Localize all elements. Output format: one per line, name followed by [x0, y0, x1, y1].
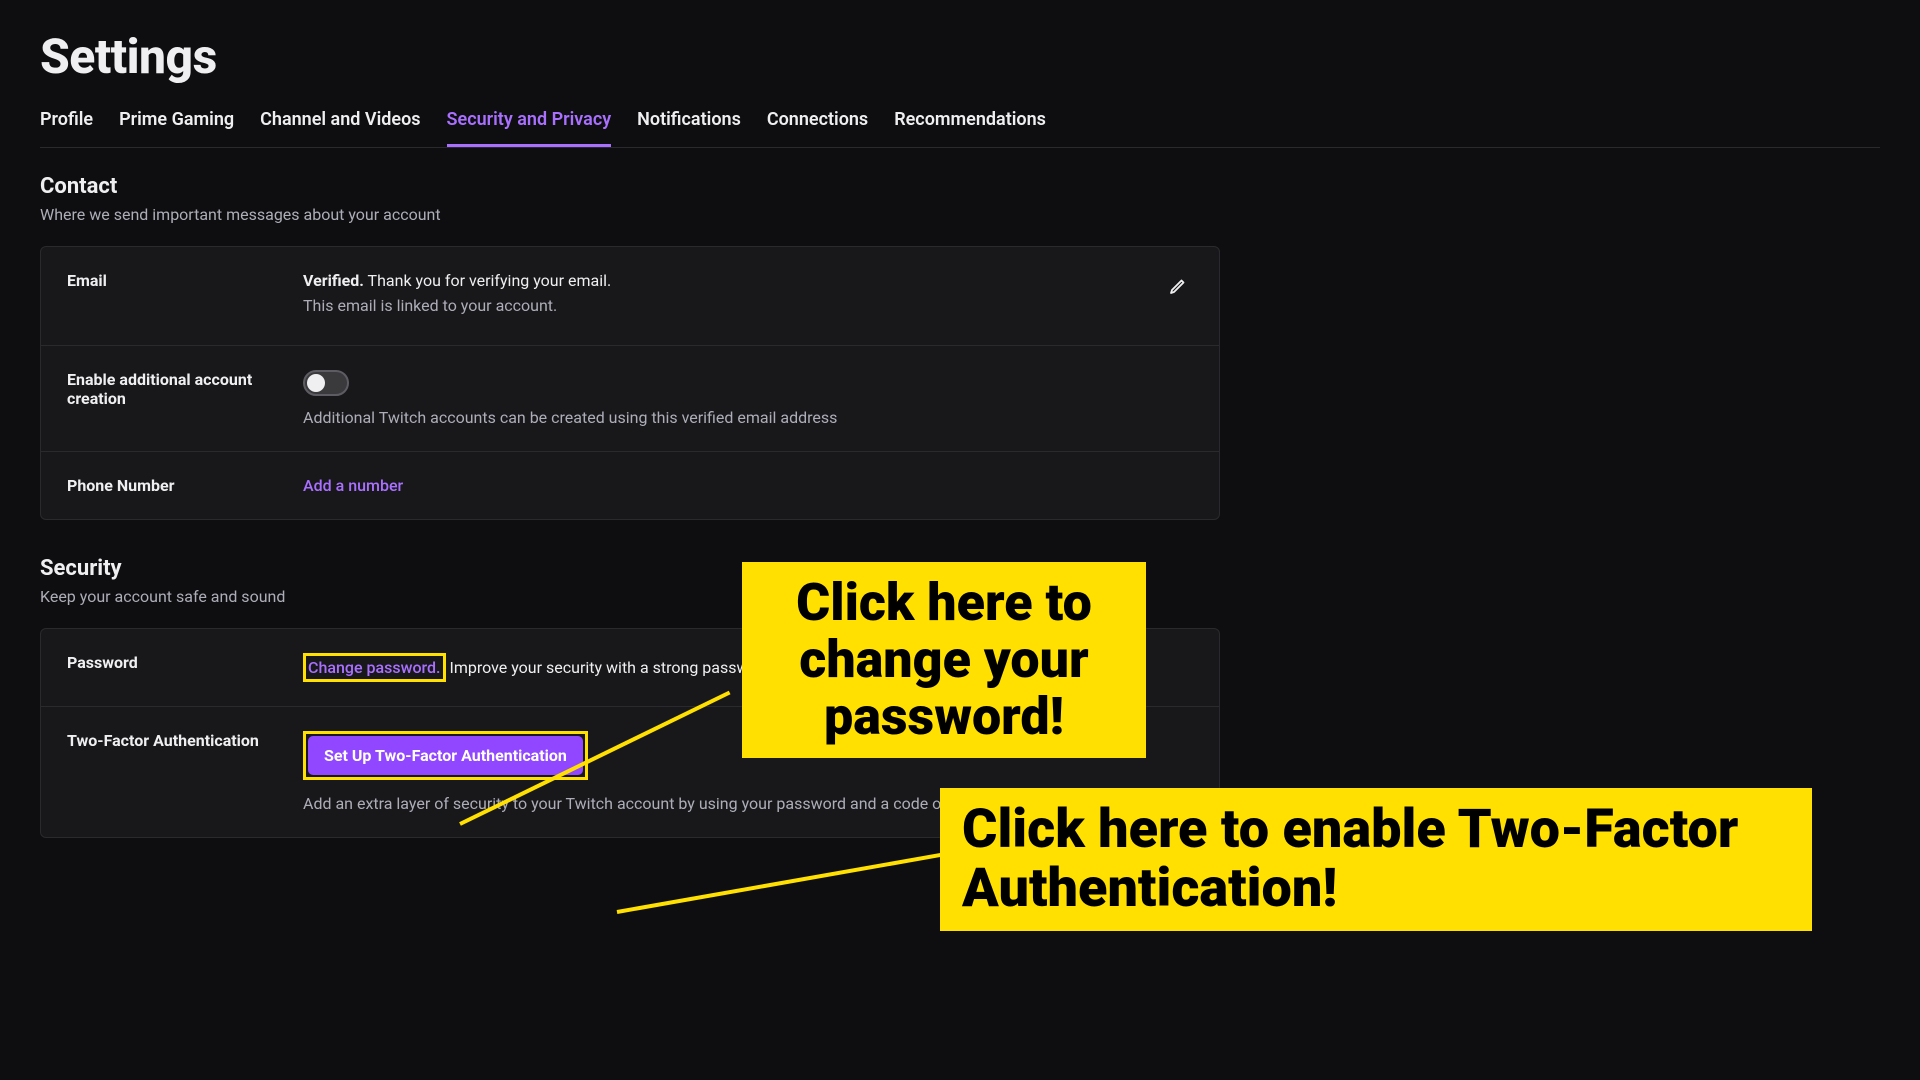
toggle-knob [307, 374, 325, 392]
change-password-link[interactable]: Change password. [308, 658, 441, 677]
setup-two-factor-button[interactable]: Set Up Two-Factor Authentication [308, 736, 583, 775]
additional-account-label: Enable additional account creation [67, 370, 303, 427]
email-linked-text: This email is linked to your account. [303, 296, 1193, 315]
pencil-icon [1167, 277, 1187, 297]
email-verified-text: Thank you for verifying your email. [364, 271, 611, 290]
password-hint: Improve your security with a strong pass… [446, 658, 777, 677]
tab-channel-videos[interactable]: Channel and Videos [260, 103, 420, 147]
tab-connections[interactable]: Connections [767, 103, 868, 147]
email-label: Email [67, 271, 303, 321]
tab-notifications[interactable]: Notifications [637, 103, 741, 147]
annotation-change-password: Click here to change your password! [742, 562, 1146, 758]
contact-desc: Where we send important messages about y… [40, 205, 1880, 224]
tab-prime-gaming[interactable]: Prime Gaming [119, 103, 234, 147]
additional-account-row: Enable additional account creation Addit… [41, 346, 1219, 452]
contact-heading: Contact [40, 174, 1880, 199]
password-label: Password [67, 653, 303, 682]
additional-account-desc: Additional Twitch accounts can be create… [303, 408, 1193, 427]
additional-account-toggle[interactable] [303, 370, 349, 396]
email-verified-prefix: Verified. [303, 271, 364, 290]
tab-profile[interactable]: Profile [40, 103, 93, 147]
contact-panel: Email Verified. Thank you for verifying … [40, 246, 1220, 520]
tab-security-privacy[interactable]: Security and Privacy [447, 103, 612, 147]
annotation-two-factor: Click here to enable Two-Factor Authenti… [940, 788, 1812, 931]
tab-recommendations[interactable]: Recommendations [894, 103, 1046, 147]
phone-row: Phone Number Add a number [41, 452, 1219, 519]
edit-email-button[interactable] [1159, 269, 1195, 305]
two-factor-highlight: Set Up Two-Factor Authentication [303, 731, 588, 780]
add-phone-link[interactable]: Add a number [303, 476, 403, 495]
settings-tabs: Profile Prime Gaming Channel and Videos … [40, 103, 1880, 148]
change-password-highlight: Change password. [303, 653, 446, 682]
two-factor-label: Two-Factor Authentication [67, 731, 303, 813]
phone-label: Phone Number [67, 476, 303, 495]
page-title: Settings [40, 28, 1880, 85]
email-row: Email Verified. Thank you for verifying … [41, 247, 1219, 346]
